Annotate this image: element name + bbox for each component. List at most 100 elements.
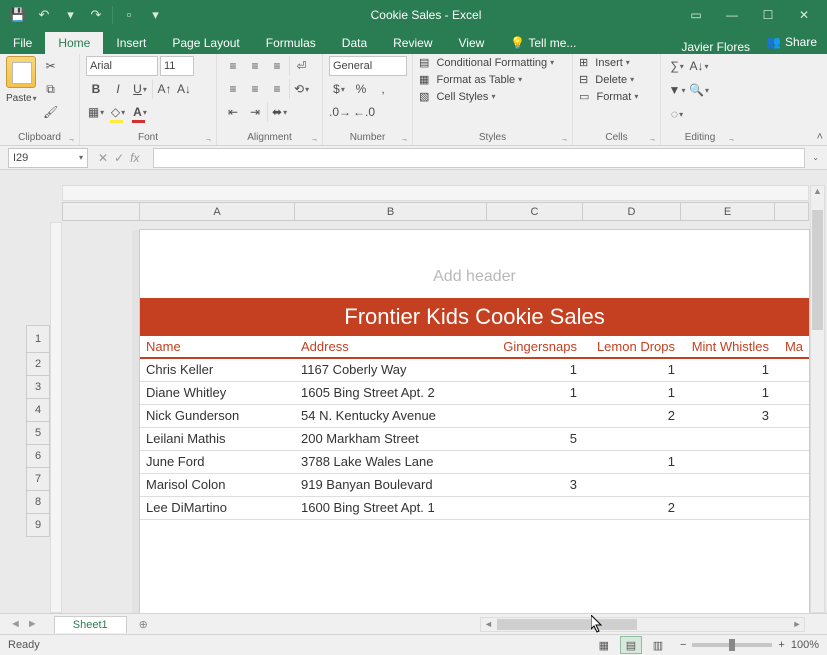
tab-data[interactable]: Data (329, 32, 380, 54)
fill-color-button[interactable]: ◇▾ (108, 102, 128, 122)
formula-input[interactable] (153, 148, 805, 168)
redo-icon[interactable]: ↷ (86, 5, 106, 25)
paste-button[interactable]: Paste▾ (6, 91, 37, 104)
orientation-icon[interactable]: ⟲▾ (289, 79, 309, 99)
sheet-title[interactable]: Frontier Kids Cookie Sales (140, 298, 809, 336)
fx-icon[interactable]: fx (130, 151, 139, 165)
next-sheet-icon[interactable]: ► (27, 618, 38, 630)
wrap-text-icon[interactable]: ⏎ (289, 56, 309, 76)
percent-format-icon[interactable]: % (351, 79, 371, 99)
zoom-level[interactable]: 100% (791, 639, 819, 651)
cut-icon[interactable]: ✂ (41, 56, 61, 76)
page-break-view-icon[interactable]: ▥ (647, 636, 669, 654)
align-right-icon[interactable]: ≡ (267, 79, 287, 99)
page-layout-view-icon[interactable]: ▤ (620, 636, 642, 654)
borders-button[interactable]: ▦▾ (86, 102, 106, 122)
undo-icon[interactable]: ↶ (34, 5, 54, 25)
italic-button[interactable]: I (108, 79, 128, 99)
decrease-indent-icon[interactable]: ⇤ (223, 102, 243, 122)
align-bottom-icon[interactable]: ≡ (267, 56, 287, 76)
font-color-button[interactable]: A▾ (130, 102, 150, 122)
decrease-decimal-icon[interactable]: ←.0 (353, 102, 375, 122)
collapse-ribbon-icon[interactable]: ˄ (817, 131, 823, 143)
copy-icon[interactable]: ⧉ (41, 79, 61, 99)
new-icon[interactable]: ▫ (119, 5, 139, 25)
table-row[interactable]: Chris Keller1167 Coberly Way111 (140, 358, 809, 381)
qat-customize-icon[interactable]: ▾ (145, 5, 165, 25)
user-name[interactable]: Javier Flores (681, 40, 756, 54)
font-size-combo[interactable] (160, 56, 194, 76)
tab-file[interactable]: File (0, 32, 45, 54)
sort-filter-icon[interactable]: A↓▾ (689, 56, 709, 76)
minimize-icon[interactable]: — (723, 6, 741, 24)
merge-center-button[interactable]: ⬌▾ (267, 102, 287, 122)
share-button[interactable]: 👥Share (756, 30, 827, 54)
expand-formula-bar-icon[interactable]: ⌄ (811, 153, 819, 162)
delete-cells-button[interactable]: ⊟ Delete▾ (579, 73, 634, 86)
format-cells-button[interactable]: ▭ Format▾ (579, 90, 638, 103)
paste-icon[interactable] (6, 56, 36, 88)
underline-button[interactable]: U▾ (130, 79, 150, 99)
new-sheet-icon[interactable]: ⊕ (139, 618, 148, 631)
horizontal-scrollbar[interactable]: ◄► (480, 617, 805, 632)
align-left-icon[interactable]: ≡ (223, 79, 243, 99)
name-box[interactable]: I29▾ (8, 148, 88, 168)
group-cells: Cells (579, 132, 654, 145)
group-styles: Styles (419, 132, 566, 145)
zoom-out-icon[interactable]: − (680, 639, 686, 651)
tell-me[interactable]: 💡 Tell me... (497, 32, 589, 54)
autosum-icon[interactable]: ∑▾ (667, 56, 687, 76)
align-middle-icon[interactable]: ≡ (245, 56, 265, 76)
zoom-slider[interactable] (692, 643, 772, 647)
tab-page-layout[interactable]: Page Layout (159, 32, 252, 54)
insert-cells-button[interactable]: ⊞ Insert▾ (579, 56, 630, 69)
table-row[interactable]: Leilani Mathis200 Markham Street5 (140, 427, 809, 450)
fill-icon[interactable]: ▼▾ (667, 80, 687, 100)
save-icon[interactable]: 💾 (8, 5, 28, 25)
grow-font-icon[interactable]: A↑ (152, 79, 172, 99)
header-row: NameAddress GingersnapsLemon Drops Mint … (140, 336, 809, 358)
sheet-tab-sheet1[interactable]: Sheet1 (54, 616, 127, 633)
column-headers[interactable]: A B C D E (62, 202, 809, 221)
conditional-formatting-button[interactable]: ▤ Conditional Formatting▾ (419, 56, 554, 69)
maximize-icon[interactable]: ☐ (759, 6, 777, 24)
data-table[interactable]: NameAddress GingersnapsLemon Drops Mint … (140, 336, 809, 520)
format-painter-icon[interactable]: 🖌 (41, 102, 61, 122)
vertical-scrollbar[interactable]: ▲ (810, 185, 825, 613)
prev-sheet-icon[interactable]: ◄ (10, 618, 21, 630)
table-row[interactable]: Diane Whitley1605 Bing Street Apt. 2111 (140, 381, 809, 404)
table-row[interactable]: Marisol Colon919 Banyan Boulevard3 (140, 473, 809, 496)
format-as-table-button[interactable]: ▦ Format as Table▾ (419, 73, 522, 86)
comma-format-icon[interactable]: , (373, 79, 393, 99)
increase-decimal-icon[interactable]: .0→ (329, 102, 351, 122)
accounting-format-icon[interactable]: $▾ (329, 79, 349, 99)
align-center-icon[interactable]: ≡ (245, 79, 265, 99)
table-row[interactable]: June Ford3788 Lake Wales Lane1 (140, 450, 809, 473)
tab-view[interactable]: View (446, 32, 498, 54)
tab-home[interactable]: Home (45, 32, 103, 54)
window-title: Cookie Sales - Excel (165, 8, 687, 22)
ribbon-display-icon[interactable]: ▭ (687, 6, 705, 24)
font-name-combo[interactable] (86, 56, 158, 76)
shrink-font-icon[interactable]: A↓ (174, 79, 194, 99)
clear-icon[interactable]: ◌▾ (667, 104, 687, 124)
find-select-icon[interactable]: 🔍▾ (689, 80, 709, 100)
undo-dropdown-icon[interactable]: ▾ (60, 5, 80, 25)
add-header-placeholder[interactable]: Add header (140, 268, 809, 286)
tab-review[interactable]: Review (380, 32, 445, 54)
cell-styles-button[interactable]: ▧ Cell Styles▾ (419, 90, 495, 103)
table-row[interactable]: Lee DiMartino1600 Bing Street Apt. 12 (140, 496, 809, 519)
cancel-formula-icon[interactable]: ✕ (98, 151, 108, 165)
zoom-in-icon[interactable]: + (778, 639, 784, 651)
close-icon[interactable]: ✕ (795, 6, 813, 24)
bold-button[interactable]: B (86, 79, 106, 99)
normal-view-icon[interactable]: ▦ (593, 636, 615, 654)
tab-insert[interactable]: Insert (103, 32, 159, 54)
number-format-combo[interactable] (329, 56, 407, 76)
enter-formula-icon[interactable]: ✓ (114, 151, 124, 165)
tab-formulas[interactable]: Formulas (253, 32, 329, 54)
table-row[interactable]: Nick Gunderson54 N. Kentucky Avenue23 (140, 404, 809, 427)
row-headers[interactable]: 1 2 3 4 5 6 7 8 9 (26, 325, 50, 537)
align-top-icon[interactable]: ≡ (223, 56, 243, 76)
increase-indent-icon[interactable]: ⇥ (245, 102, 265, 122)
